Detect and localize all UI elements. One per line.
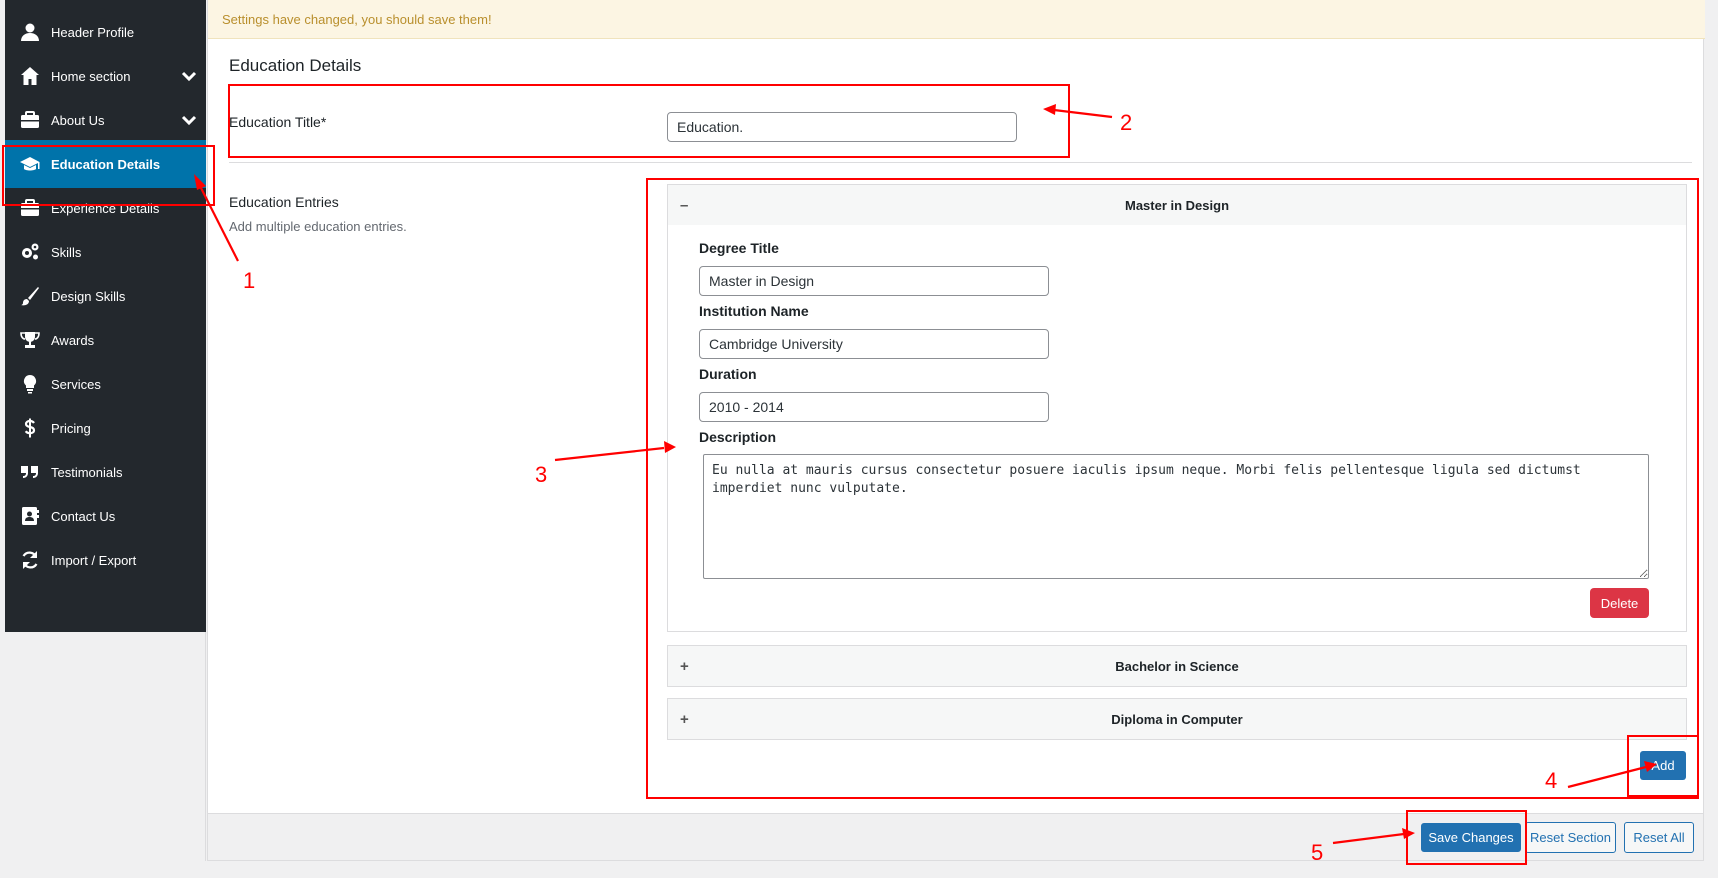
sidebar-item-label: Services [51, 376, 101, 392]
sidebar-item-label: Experience Details [51, 200, 160, 216]
page-title: Education Details [229, 56, 362, 75]
sidebar-item-label: Home section [51, 68, 131, 84]
settings-footer-bar: Save Changes Reset Section Reset All [207, 814, 1704, 861]
gears-icon [19, 241, 41, 263]
expand-toggle-icon[interactable]: + [680, 711, 689, 728]
accordion-title: Diploma in Computer [1111, 711, 1243, 727]
degree-title-label: Degree Title [699, 240, 779, 256]
chevron-down-icon[interactable] [180, 67, 198, 85]
education-entry-collapsed[interactable]: + Diploma in Computer [667, 698, 1687, 740]
sidebar-item-label: Import / Export [51, 552, 137, 568]
delete-entry-button[interactable]: Delete [1590, 588, 1649, 618]
sidebar-item-label: Contact Us [51, 508, 116, 524]
sidebar-item-pricing[interactable]: Pricing [5, 404, 206, 452]
education-entries-description: Add multiple education entries. [229, 219, 407, 234]
address-book-icon [19, 505, 41, 527]
education-title-input[interactable] [667, 112, 1017, 142]
refresh-icon [19, 549, 41, 571]
education-entry-expanded: – Master in Design Degree Title Institut… [667, 184, 1687, 632]
sidebar-item-label: Header Profile [51, 24, 135, 40]
sidebar-item-awards[interactable]: Awards [5, 316, 206, 364]
trophy-icon [19, 329, 41, 351]
education-entries-label: Education Entries [229, 194, 339, 210]
sidebar-item-services[interactable]: Services [5, 360, 206, 408]
institution-name-input[interactable] [699, 329, 1049, 359]
quote-icon [19, 461, 41, 483]
graduation-cap-icon [19, 153, 41, 175]
duration-label: Duration [699, 366, 757, 382]
divider [229, 162, 1692, 163]
sidebar-item-testimonials[interactable]: Testimonials [5, 448, 206, 496]
user-icon [19, 21, 41, 43]
settings-panel: Settings have changed, you should save t… [207, 0, 1705, 814]
chevron-down-icon[interactable] [180, 111, 198, 129]
accordion-header[interactable]: – Master in Design [668, 185, 1686, 225]
sidebar-item-label: Skills [51, 244, 82, 260]
lightbulb-icon [19, 373, 41, 395]
degree-title-input[interactable] [699, 266, 1049, 296]
duration-input[interactable] [699, 392, 1049, 422]
brush-icon [19, 285, 41, 307]
sidebar-item-education-details[interactable]: Education Details [5, 140, 206, 188]
education-entry-collapsed[interactable]: + Bachelor in Science [667, 645, 1687, 687]
description-textarea[interactable]: Eu nulla at mauris cursus consectetur po… [703, 454, 1649, 579]
reset-all-button[interactable]: Reset All [1624, 822, 1694, 853]
sidebar-item-contact-us[interactable]: Contact Us [5, 492, 206, 540]
sidebar-footer-space [5, 632, 206, 861]
briefcase-icon [19, 197, 41, 219]
sidebar-item-design-skills[interactable]: Design Skills [5, 272, 206, 320]
sidebar-item-label: Testimonials [51, 464, 123, 480]
home-icon [19, 65, 41, 87]
dollar-icon [19, 417, 41, 439]
briefcase-icon [19, 109, 41, 131]
sidebar-item-about-us[interactable]: About Us [5, 96, 206, 144]
sidebar-item-label: Pricing [51, 420, 91, 436]
accordion-title: Bachelor in Science [1115, 658, 1239, 674]
expand-toggle-icon[interactable]: + [680, 658, 689, 675]
collapse-toggle-icon[interactable]: – [680, 197, 688, 214]
sidebar-item-skills[interactable]: Skills [5, 228, 206, 276]
sidebar-item-header-profile[interactable]: Header Profile [5, 8, 206, 56]
description-label: Description [699, 429, 777, 445]
sidebar-item-label: Design Skills [51, 288, 126, 304]
add-entry-button[interactable]: Add [1640, 751, 1686, 780]
sidebar-item-experience-details[interactable]: Experience Details [5, 184, 206, 232]
sidebar-item-label: Awards [51, 332, 95, 348]
sidebar-item-import-export[interactable]: Import / Export [5, 536, 206, 584]
unsaved-changes-notice: Settings have changed, you should save t… [208, 0, 1705, 39]
accordion-header[interactable]: + Bachelor in Science [668, 646, 1686, 686]
sidebar-item-label: Education Details [51, 156, 161, 172]
institution-name-label: Institution Name [699, 303, 809, 319]
save-changes-button[interactable]: Save Changes [1421, 823, 1521, 852]
accordion-title: Master in Design [1124, 197, 1230, 213]
sidebar-item-home-section[interactable]: Home section [5, 52, 206, 100]
sidebar-item-label: About Us [51, 112, 105, 128]
admin-sidebar: Header Profile Home section About Us Edu… [5, 0, 206, 632]
reset-section-button[interactable]: Reset Section [1525, 822, 1616, 853]
accordion-header[interactable]: + Diploma in Computer [668, 699, 1686, 739]
education-title-label: Education Title* [229, 114, 327, 130]
